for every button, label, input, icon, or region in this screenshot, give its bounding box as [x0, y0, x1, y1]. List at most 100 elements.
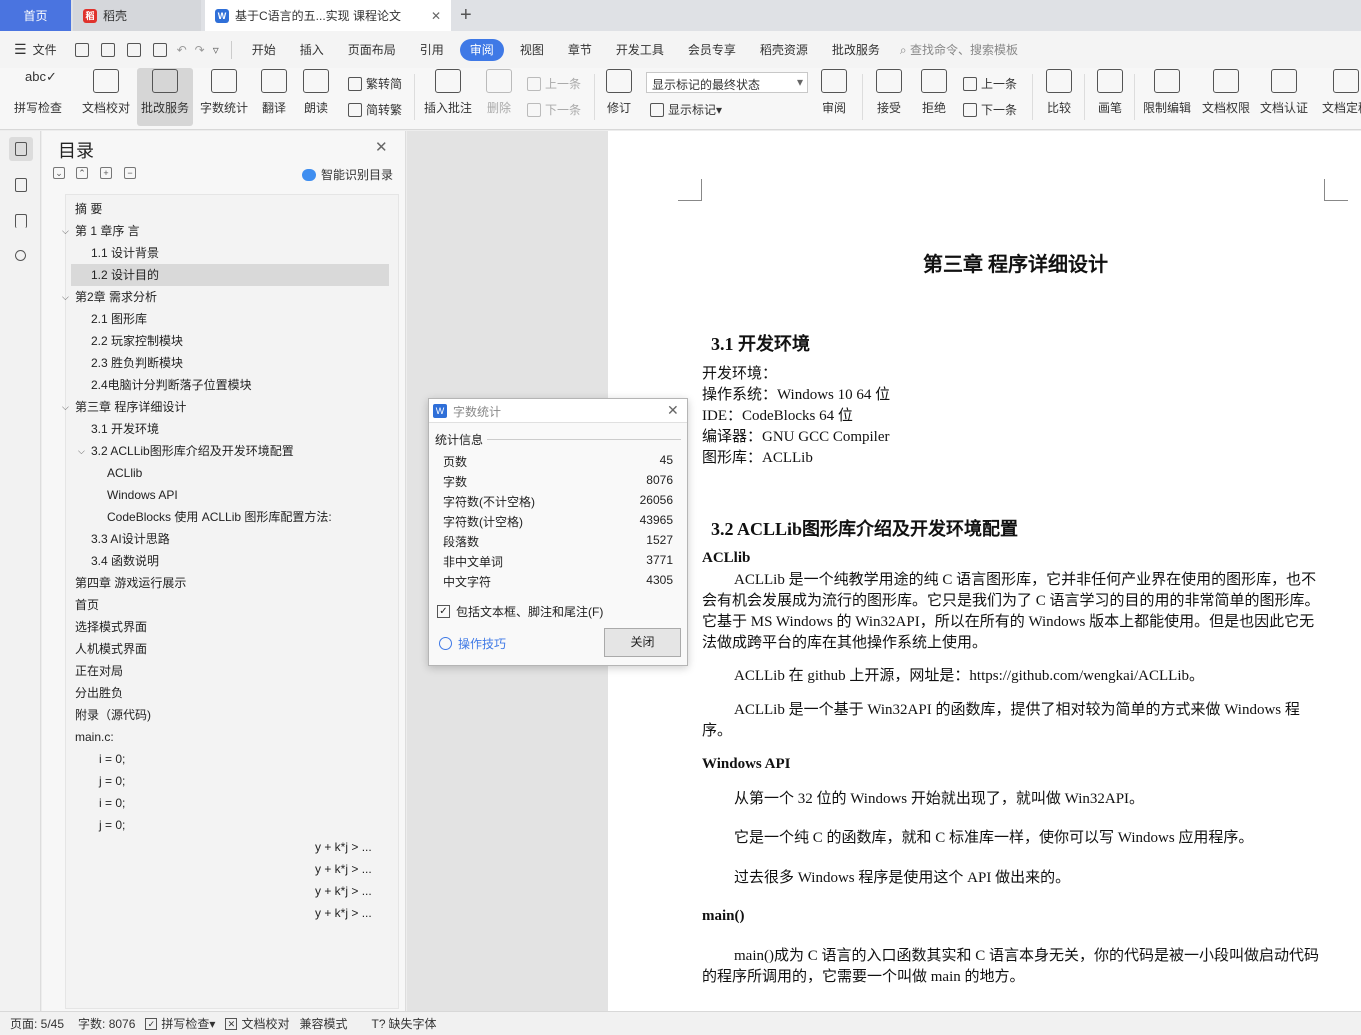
search-icon[interactable]: [9, 245, 33, 269]
hamburger-icon[interactable]: ☰: [14, 41, 27, 58]
doc-permission-button[interactable]: 文档权限: [1200, 68, 1252, 126]
toc-item[interactable]: 3.3 AI设计思路: [91, 528, 170, 550]
toc-item[interactable]: 3.2 ACLLib图形库介绍及开发环境配置: [91, 440, 294, 462]
word-count-button[interactable]: 字数统计: [197, 68, 251, 126]
toc-item[interactable]: Windows API: [107, 484, 178, 506]
toc-rail-icon[interactable]: [9, 137, 33, 161]
toc-item[interactable]: 2.4电脑计分判断落子位置模块: [91, 374, 252, 396]
chevron-down-icon[interactable]: ⌵: [62, 220, 69, 242]
word-count-indicator[interactable]: 字数: 8076: [78, 1015, 135, 1032]
chevron-down-icon[interactable]: ⌵: [62, 396, 69, 418]
menu-chapter[interactable]: 章节: [556, 39, 604, 61]
spellcheck-button[interactable]: abc✓ 拼写检查: [8, 68, 68, 126]
close-icon[interactable]: ✕: [375, 138, 388, 156]
tab-home[interactable]: 首页: [0, 0, 71, 31]
remove-heading-icon[interactable]: −: [124, 167, 136, 179]
toc-item[interactable]: y + k*j > ...: [315, 880, 372, 902]
menu-member[interactable]: 会员专享: [676, 39, 748, 61]
toc-item[interactable]: 2.2 玩家控制模块: [91, 330, 183, 352]
show-markup-button[interactable]: 显示标记 ▾: [650, 101, 722, 118]
menu-review-service[interactable]: 批改服务: [820, 39, 892, 61]
menu-page-layout[interactable]: 页面布局: [336, 39, 408, 61]
chevron-down-icon[interactable]: ⌵: [78, 440, 85, 462]
undo-icon[interactable]: ↶: [177, 43, 187, 57]
trad-to-simp-button[interactable]: 繁转简: [348, 75, 402, 92]
toc-item[interactable]: 第三章 程序详细设计: [75, 396, 186, 418]
toc-item[interactable]: 3.1 开发环境: [91, 418, 159, 440]
tab-docer[interactable]: 稻稻壳: [73, 0, 201, 31]
next-comment-button[interactable]: 下一条: [527, 101, 581, 118]
toc-item[interactable]: j = 0;: [99, 770, 125, 792]
toc-item[interactable]: 摘 要: [75, 198, 102, 220]
dialog-titlebar[interactable]: W 字数统计 ✕: [429, 399, 687, 423]
delete-comment-button[interactable]: 删除: [481, 68, 517, 126]
save-icon[interactable]: [74, 42, 89, 57]
next-change-button[interactable]: 下一条: [963, 101, 1017, 118]
include-textbox-checkbox[interactable]: ✓ 包括文本框、脚注和尾注(F): [437, 603, 603, 620]
menu-docer-resources[interactable]: 稻壳资源: [748, 39, 820, 61]
doc-certify-button[interactable]: 文档认证: [1258, 68, 1310, 126]
toc-item[interactable]: 第2章 需求分析: [75, 286, 157, 308]
new-tab-icon[interactable]: +: [460, 4, 472, 26]
toc-item[interactable]: i = 0;: [99, 748, 125, 770]
tab-document[interactable]: W 基于C语言的五...实现 课程论文 ✕: [205, 0, 451, 31]
toc-item[interactable]: 第四章 游戏运行展示: [75, 572, 186, 594]
add-heading-icon[interactable]: +: [100, 167, 112, 179]
menu-developer[interactable]: 开发工具: [604, 39, 676, 61]
toc-item[interactable]: j = 0;: [99, 814, 125, 836]
toc-item[interactable]: 正在对局: [75, 660, 123, 682]
toc-item[interactable]: 分出胜负: [75, 682, 123, 704]
review-service-button[interactable]: 批改服务: [137, 68, 193, 126]
expand-up-icon[interactable]: ⌃: [76, 167, 88, 179]
track-changes-button[interactable]: 修订: [600, 68, 638, 126]
toc-item[interactable]: 2.1 图形库: [91, 308, 147, 330]
toc-item[interactable]: y + k*j > ...: [315, 836, 372, 858]
toc-item[interactable]: CodeBlocks 使用 ACLLib 图形库配置方法:: [107, 506, 332, 528]
pen-button[interactable]: 画笔: [1093, 68, 1127, 126]
print-icon[interactable]: [126, 42, 141, 57]
doc-finalize-button[interactable]: 文档定稿: [1320, 68, 1361, 126]
spellcheck-status[interactable]: ✓ 拼写检查 ▾: [145, 1015, 215, 1032]
page-indicator[interactable]: 页面: 5/45: [10, 1015, 64, 1032]
close-icon[interactable]: ✕: [667, 402, 679, 419]
close-button[interactable]: 关闭: [604, 628, 681, 657]
menu-view[interactable]: 视图: [508, 39, 556, 61]
export-pdf-icon[interactable]: [100, 42, 115, 57]
toc-item-selected[interactable]: 1.2 设计目的: [71, 264, 389, 286]
toc-item[interactable]: 2.3 胜负判断模块: [91, 352, 183, 374]
customize-icon[interactable]: ▿: [213, 43, 219, 57]
markup-state-select[interactable]: 显示标记的最终状态: [646, 72, 808, 93]
missing-font-status[interactable]: T? 缺失字体: [371, 1015, 436, 1032]
chevron-down-icon[interactable]: ⌵: [62, 286, 69, 308]
prev-change-button[interactable]: 上一条: [963, 75, 1017, 92]
menu-review[interactable]: 审阅: [459, 38, 504, 61]
toc-item[interactable]: 人机模式界面: [75, 638, 147, 660]
prev-comment-button[interactable]: 上一条: [527, 75, 581, 92]
toc-item[interactable]: 选择模式界面: [75, 616, 147, 638]
menu-file[interactable]: 文件: [33, 41, 57, 58]
toc-item[interactable]: ACLlib: [107, 462, 142, 484]
read-aloud-button[interactable]: 朗读: [298, 68, 334, 126]
menu-start[interactable]: 开始: [240, 39, 288, 61]
toc-item[interactable]: 1.1 设计背景: [91, 242, 159, 264]
toc-item[interactable]: 首页: [75, 594, 99, 616]
toc-item[interactable]: 第 1 章序 言: [75, 220, 140, 242]
toc-item[interactable]: main.c:: [75, 726, 114, 748]
toc-item[interactable]: y + k*j > ...: [315, 902, 372, 924]
insert-comment-button[interactable]: 插入批注: [422, 68, 474, 126]
redo-icon[interactable]: ↷: [195, 43, 205, 57]
translate-button[interactable]: 翻译: [255, 68, 293, 126]
menu-insert[interactable]: 插入: [288, 39, 336, 61]
reject-button[interactable]: 拒绝: [915, 68, 953, 126]
tips-link[interactable]: 操作技巧: [439, 635, 506, 652]
accept-button[interactable]: 接受: [870, 68, 908, 126]
toc-item[interactable]: i = 0;: [99, 792, 125, 814]
collapse-all-icon[interactable]: ⌄: [53, 167, 65, 179]
doc-proofread-button[interactable]: 文档校对: [78, 68, 134, 126]
review-pane-button[interactable]: 审阅: [815, 68, 853, 126]
close-icon[interactable]: ✕: [431, 9, 441, 23]
navigation-rail-icon[interactable]: [9, 173, 33, 197]
toc-item[interactable]: y + k*j > ...: [315, 858, 372, 880]
toc-item[interactable]: 附录（源代码): [75, 704, 151, 726]
toc-item[interactable]: 3.4 函数说明: [91, 550, 159, 572]
